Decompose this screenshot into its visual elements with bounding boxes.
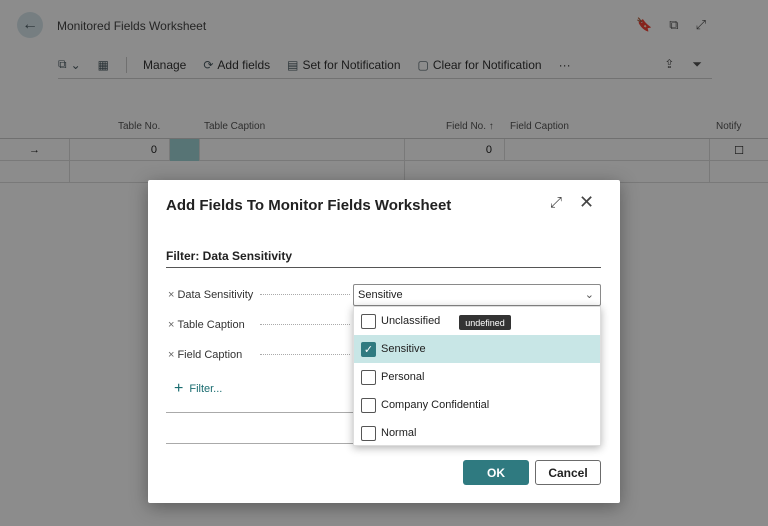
option-label: Company Confidential bbox=[381, 399, 490, 411]
chevron-down-icon: ⌄ bbox=[70, 57, 81, 72]
add-fields-label: Add fields bbox=[217, 57, 271, 72]
remove-filter-icon[interactable]: × bbox=[168, 349, 174, 361]
set-notification-label: Set for Notification bbox=[302, 57, 401, 72]
col-table-caption[interactable]: Table Caption bbox=[204, 121, 265, 132]
expand-icon[interactable]: ⤢ bbox=[550, 194, 562, 211]
copilot-menu-button[interactable]: ⧉ ⌄ bbox=[58, 57, 81, 72]
back-button[interactable]: ← bbox=[17, 12, 43, 38]
manage-label: Manage bbox=[142, 57, 187, 72]
checkbox[interactable] bbox=[361, 313, 376, 329]
dialog-title: Add Fields To Monitor Fields Worksheet bbox=[166, 197, 452, 214]
filter-data-sensitivity: × Data Sensitivity bbox=[168, 285, 358, 305]
manage-button[interactable]: Manage bbox=[143, 58, 186, 72]
page-top-icons: 🔖 ⧉ ⤢ bbox=[636, 17, 706, 33]
copilot-icon: ⧉ bbox=[58, 57, 67, 71]
filter-label: Data Sensitivity bbox=[177, 289, 254, 301]
filter-section-title: Filter: Data Sensitivity bbox=[166, 249, 601, 268]
remove-filter-icon[interactable]: × bbox=[168, 289, 174, 301]
plus-icon: + bbox=[174, 380, 184, 397]
option-label: Unclassified bbox=[381, 315, 441, 327]
filter-label: Field Caption bbox=[177, 349, 243, 361]
chevron-down-icon: ⌄ bbox=[584, 289, 594, 301]
clear-document-icon: ▢ bbox=[417, 57, 429, 72]
page-layout-button[interactable]: ▦ bbox=[98, 58, 109, 72]
add-fields-button[interactable]: ⟳ Add fields bbox=[203, 58, 270, 72]
option-personal[interactable]: Personal bbox=[354, 363, 600, 391]
checkbox[interactable] bbox=[361, 369, 376, 385]
remove-filter-icon[interactable]: × bbox=[168, 319, 174, 331]
option-sensitive[interactable]: ✓ Sensitive bbox=[354, 335, 600, 363]
filter-icon[interactable]: ⏷ bbox=[692, 57, 702, 72]
leader-dots bbox=[260, 294, 350, 295]
share-icon[interactable]: ⇪ bbox=[664, 57, 674, 72]
col-field-caption[interactable]: Field Caption bbox=[510, 121, 569, 132]
expand-icon[interactable]: ⤢ bbox=[696, 17, 706, 33]
toolbar-right-icons: ⇪ ⏷ bbox=[664, 57, 702, 72]
row-arrow-icon: → bbox=[0, 139, 70, 161]
layout-icon: ▦ bbox=[97, 57, 109, 72]
option-label: Normal bbox=[381, 427, 417, 439]
clear-for-notification-button[interactable]: ▢ Clear for Notification bbox=[418, 58, 542, 72]
arrow-left-icon: ← bbox=[22, 16, 38, 33]
filter-label: Table Caption bbox=[177, 319, 245, 331]
leader-dots bbox=[260, 354, 350, 355]
checkbox-checked[interactable]: ✓ bbox=[361, 341, 376, 357]
bookmark-icon[interactable]: 🔖 bbox=[636, 17, 652, 33]
filter-table-caption: × Table Caption bbox=[168, 315, 358, 335]
col-field-no[interactable]: Field No. ↑ bbox=[446, 121, 494, 132]
filter-field-caption: × Field Caption bbox=[168, 345, 358, 365]
more-options-button[interactable]: ··· bbox=[559, 58, 571, 72]
option-normal[interactable]: Normal bbox=[354, 419, 600, 447]
cell-field-no[interactable]: 0 bbox=[405, 139, 505, 161]
tooltip: undefined bbox=[459, 315, 511, 330]
more-label: ··· bbox=[558, 57, 571, 72]
option-label: Personal bbox=[381, 371, 425, 383]
toolbar-divider bbox=[125, 56, 127, 73]
col-table-no[interactable]: Table No. bbox=[118, 121, 160, 132]
option-label: Sensitive bbox=[381, 343, 426, 355]
notify-checkbox[interactable]: ☐ bbox=[710, 139, 768, 161]
page-title: Monitored Fields Worksheet bbox=[57, 19, 207, 33]
ok-button[interactable]: OK bbox=[463, 460, 529, 485]
add-filter-label: Filter... bbox=[189, 383, 223, 395]
set-for-notification-button[interactable]: ▤ Set for Notification bbox=[287, 58, 400, 72]
table-row[interactable]: → 0 0 ☐ bbox=[0, 139, 768, 161]
checkbox[interactable] bbox=[361, 397, 376, 413]
clear-notification-label: Clear for Notification bbox=[432, 57, 542, 72]
document-icon: ▤ bbox=[287, 57, 299, 72]
grid-header: Table No. Table Caption Field No. ↑ Fiel… bbox=[0, 117, 768, 139]
select-value: Sensitive bbox=[358, 289, 403, 301]
data-sensitivity-select[interactable]: Sensitive ⌄ bbox=[353, 284, 601, 306]
cell-table-caption[interactable] bbox=[200, 139, 405, 161]
leader-dots bbox=[260, 324, 350, 325]
refresh-icon: ⟳ bbox=[203, 57, 214, 72]
action-toolbar: ⧉ ⌄ ▦ Manage ⟳ Add fields ▤ Set for Noti… bbox=[58, 51, 712, 79]
open-new-window-icon[interactable]: ⧉ bbox=[669, 17, 678, 33]
cell-focus[interactable] bbox=[170, 139, 200, 161]
col-notify[interactable]: Notify bbox=[716, 121, 742, 132]
cell-field-caption[interactable] bbox=[505, 139, 710, 161]
checkbox[interactable] bbox=[361, 425, 376, 441]
close-icon[interactable]: ✕ bbox=[579, 192, 594, 213]
option-company-confidential[interactable]: Company Confidential bbox=[354, 391, 600, 419]
row-marker bbox=[0, 161, 70, 183]
cell-table-no[interactable]: 0 bbox=[70, 139, 170, 161]
cancel-button[interactable]: Cancel bbox=[535, 460, 601, 485]
add-filter-link[interactable]: + Filter... bbox=[174, 381, 222, 397]
